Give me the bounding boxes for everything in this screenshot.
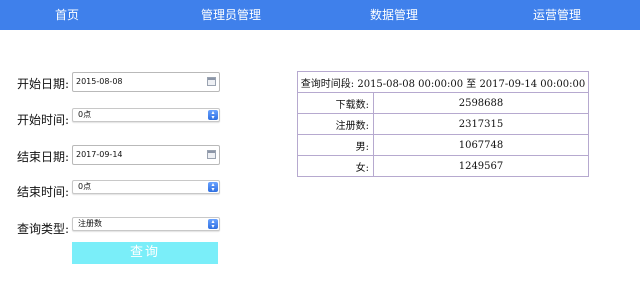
table-row: 查询时间段: 2015-08-08 00:00:00 至 2017-09-14 …	[297, 71, 589, 93]
nav-item-admin-management[interactable]: 管理员管理	[201, 0, 261, 30]
male-label: 男:	[297, 134, 374, 156]
start-date-value: 2015-08-08	[76, 77, 123, 86]
query-button[interactable]: 查询	[72, 242, 218, 264]
nav-item-operations-management[interactable]: 运营管理	[533, 0, 581, 30]
top-nav-bar: 首页 管理员管理 数据管理 运营管理	[0, 0, 640, 30]
registrations-label: 注册数:	[297, 113, 374, 135]
results-header: 查询时间段: 2015-08-08 00:00:00 至 2017-09-14 …	[297, 71, 589, 93]
downloads-label: 下载数:	[297, 92, 374, 114]
nav-item-data-management[interactable]: 数据管理	[370, 0, 418, 30]
end-date-value: 2017-09-14	[76, 150, 123, 159]
calendar-icon[interactable]	[207, 150, 216, 159]
female-value: 1249567	[373, 155, 589, 177]
table-row: 男: 1067748	[297, 134, 589, 156]
start-time-label: 开始时间:	[17, 113, 70, 127]
end-time-value: 0点	[78, 182, 92, 191]
select-arrow-icon: ▴ ▾	[208, 182, 218, 193]
select-arrow-icon: ▴ ▾	[208, 219, 218, 230]
start-time-value: 0点	[78, 110, 92, 119]
nav-item-home[interactable]: 首页	[55, 0, 79, 30]
end-date-input[interactable]: 2017-09-14	[72, 145, 220, 165]
results-table: 查询时间段: 2015-08-08 00:00:00 至 2017-09-14 …	[297, 71, 589, 177]
end-time-label: 结束时间:	[17, 185, 70, 199]
table-row: 注册数: 2317315	[297, 113, 589, 135]
calendar-icon[interactable]	[207, 77, 216, 86]
downloads-value: 2598688	[373, 92, 589, 114]
registrations-value: 2317315	[373, 113, 589, 135]
female-label: 女:	[297, 155, 374, 177]
end-time-select[interactable]: 0点 ▴ ▾	[72, 180, 220, 194]
query-type-select[interactable]: 注册数 ▴ ▾	[72, 217, 220, 231]
table-row: 下载数: 2598688	[297, 92, 589, 114]
start-time-select[interactable]: 0点 ▴ ▾	[72, 108, 220, 122]
select-arrow-icon: ▴ ▾	[208, 110, 218, 121]
end-date-label: 结束日期:	[17, 150, 70, 164]
male-value: 1067748	[373, 134, 589, 156]
start-date-label: 开始日期:	[17, 77, 70, 91]
query-type-value: 注册数	[78, 219, 102, 228]
table-row: 女: 1249567	[297, 155, 589, 177]
start-date-input[interactable]: 2015-08-08	[72, 72, 220, 92]
query-type-label: 查询类型:	[17, 222, 70, 236]
